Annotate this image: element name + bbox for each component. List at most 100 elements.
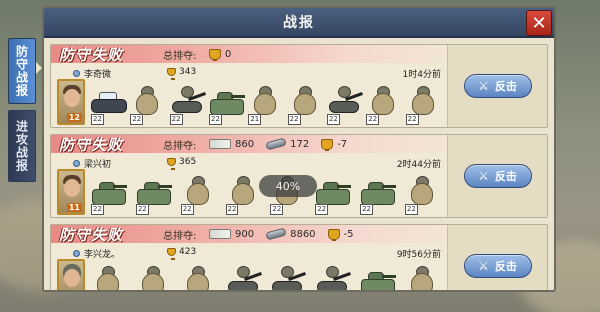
avatar-level: 12: [66, 113, 82, 122]
rank-badge-icon: [73, 160, 80, 167]
unit-soldier-icon: 22: [224, 173, 264, 215]
unit-level: 22: [405, 114, 419, 125]
unit-level: 22: [91, 114, 104, 125]
unit-soldier-icon: 22: [128, 83, 167, 125]
attacker-name-text: 李兴龙。: [84, 250, 121, 260]
title-bar: 战报: [44, 8, 554, 38]
unit-soldier-icon: [89, 263, 129, 290]
result-banner: 防守失败 总排夺: 0: [51, 45, 447, 64]
attacker-score: 343: [167, 67, 197, 80]
unit-soldier-icon: 22: [179, 173, 219, 215]
unit-soldier-icon: [134, 263, 174, 290]
counterattack-button[interactable]: ⚔ 反击: [463, 254, 532, 278]
report-action: ⚔ 反击: [447, 225, 547, 290]
report-list: 防守失败 总排夺: 0 李奇微 343 1时4分前 12 22 22 22 22…: [44, 38, 554, 290]
window-title: 战报: [283, 15, 315, 31]
unit-tank-icon: 22: [313, 173, 353, 215]
unit-gun-icon: [268, 263, 308, 290]
unit-tank-icon: 22: [89, 173, 129, 215]
crossed-swords-icon: ⚔: [478, 259, 489, 273]
unit-soldier-icon: 22: [286, 83, 325, 125]
loot-stat: 860: [209, 139, 254, 150]
unit-level: 22: [315, 204, 329, 215]
attacker-score-value: 343: [179, 67, 197, 77]
unit-gun-icon: [313, 263, 353, 290]
attacker-avatar[interactable]: 12: [57, 79, 85, 125]
unit-level: 22: [270, 204, 284, 215]
report-main: 防守失败 总排夺: 0 李奇微 343 1时4分前 12 22 22 22 22…: [51, 45, 447, 127]
unit-level: 21: [248, 114, 262, 125]
counterattack-button[interactable]: ⚔ 反击: [463, 164, 532, 188]
tab-defense-reports[interactable]: 防守战报: [8, 38, 36, 104]
unit-level: 22: [360, 204, 373, 215]
unit-tank-icon: 22: [134, 173, 174, 215]
result-title: 防守失败: [59, 135, 124, 154]
attacker-score-value: 423: [179, 247, 197, 257]
total-loot-label: 总排夺:: [163, 140, 197, 152]
unit-soldier-icon: 22: [403, 173, 443, 215]
unit-tank-icon: [358, 263, 398, 290]
cash-icon: [209, 229, 231, 239]
loot-value: 860: [235, 138, 255, 150]
attacker-score: 365: [167, 157, 196, 170]
attacker-avatar[interactable]: [57, 259, 85, 290]
report-time: 2时44分前: [396, 160, 441, 170]
attacker-name-text: 李奇微: [84, 70, 112, 80]
avatar-level: 11: [66, 203, 82, 212]
loot-value: 0: [225, 48, 232, 60]
report-action: ⚔ 反击: [447, 45, 547, 127]
loot-stat: 0: [209, 48, 232, 61]
side-tabs: 防守战报 进攻战报: [8, 38, 36, 188]
counterattack-label: 反击: [494, 170, 517, 183]
unit-level: 22: [404, 204, 418, 215]
trophy-icon: [167, 68, 176, 80]
unit-tank-icon: 22: [207, 83, 246, 125]
report-time: 9时56分前: [396, 250, 441, 260]
trophy-icon: [209, 48, 221, 61]
trophy-icon: [167, 248, 176, 260]
loot-stat: -5: [327, 228, 354, 241]
loot-stat: 172: [265, 137, 310, 151]
loot-stat: 900: [209, 229, 254, 240]
unit-soldier-icon: 22: [364, 83, 403, 125]
trophy-icon: [321, 138, 334, 151]
loot-value: 172: [290, 138, 310, 150]
attacker-name-text: 梁兴初: [84, 160, 112, 170]
result-banner: 防守失败 总排夺: 900 8860 -5: [51, 225, 447, 244]
battle-report-window: 战报 ✕ 防守失败 总排夺: 0 李奇微 343 1时4分前 12 22 22 …: [42, 6, 556, 292]
close-button[interactable]: ✕: [526, 10, 552, 36]
unit-gun-icon: 22: [325, 83, 364, 125]
attacker-units: 22 22 22 22 21 22 22 22 22: [89, 83, 443, 127]
result-title: 防守失败: [59, 225, 124, 244]
attacker-avatar[interactable]: 11: [57, 169, 85, 215]
unit-soldier-icon: 22: [404, 83, 443, 125]
report-row: 防守失败 总排夺: 900 8860 -5 李兴龙。 423 9时56分前 ⚔ …: [50, 224, 548, 290]
unit-level: 22: [91, 204, 104, 215]
cash-icon: [209, 139, 231, 149]
report-time: 1时4分前: [402, 70, 441, 80]
unit-level: 22: [366, 114, 380, 125]
report-action: ⚔ 反击: [447, 135, 547, 217]
loot-stat: 8860: [265, 227, 316, 241]
rank-badge-icon: [73, 250, 80, 257]
unit-gun-icon: [224, 263, 264, 290]
unit-soldier-icon: 21: [246, 83, 285, 125]
counterattack-button[interactable]: ⚔ 反击: [463, 74, 532, 98]
zoom-indicator: 40%: [259, 175, 317, 197]
unit-car-icon: 22: [89, 83, 128, 125]
tab-attack-reports[interactable]: 进攻战报: [8, 110, 36, 182]
unit-tank-icon: 22: [358, 173, 398, 215]
counterattack-label: 反击: [494, 260, 517, 273]
attacker-units: [89, 263, 443, 290]
report-row: 防守失败 总排夺: 0 李奇微 343 1时4分前 12 22 22 22 22…: [50, 44, 548, 128]
crossed-swords-icon: ⚔: [478, 79, 489, 93]
attacker-score: 423: [167, 247, 197, 260]
total-loot-label: 总排夺:: [163, 230, 197, 242]
unit-soldier-icon: [179, 263, 219, 290]
steel-icon: [265, 137, 287, 151]
unit-level: 22: [208, 114, 222, 125]
rank-badge-icon: [73, 70, 80, 77]
zoom-label: 40%: [275, 179, 301, 193]
unit-level: 22: [326, 114, 340, 125]
loot-value: -5: [343, 228, 354, 240]
